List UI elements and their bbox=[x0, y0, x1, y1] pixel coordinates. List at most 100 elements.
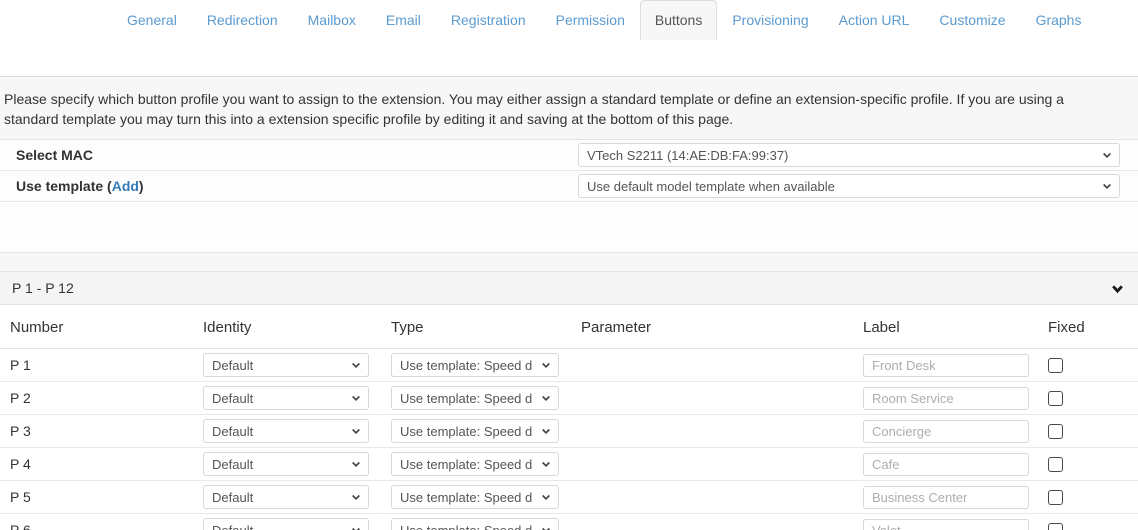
column-header-identity: Identity bbox=[203, 305, 391, 349]
type-dropdown[interactable]: Use template: Speed d bbox=[391, 386, 559, 410]
add-template-link[interactable]: Add bbox=[112, 178, 139, 194]
tab-mailbox[interactable]: Mailbox bbox=[293, 0, 371, 40]
label-input[interactable] bbox=[863, 386, 1029, 410]
use-template-control: Use default model template when availabl… bbox=[578, 174, 1138, 198]
use-template-label-suffix: ) bbox=[138, 178, 144, 194]
row-parameter-cell bbox=[581, 480, 863, 514]
assignment-form-panel: Select MAC VTech S2211 (14:AE:DB:FA:99:3… bbox=[0, 139, 1138, 253]
fixed-checkbox[interactable] bbox=[1048, 490, 1063, 506]
tab-redirection[interactable]: Redirection bbox=[192, 0, 293, 40]
buttons-table-head: Number Identity Type Parameter Label Fix… bbox=[0, 305, 1138, 349]
identity-dropdown[interactable]: Default bbox=[203, 452, 369, 476]
identity-dropdown[interactable]: Default bbox=[203, 386, 369, 410]
fixed-checkbox[interactable] bbox=[1048, 358, 1063, 374]
label-input[interactable] bbox=[863, 419, 1029, 443]
tab-permission[interactable]: Permission bbox=[541, 0, 640, 40]
row-number: P 1 bbox=[0, 348, 203, 382]
table-row: P 5 Default Use template: Speed d bbox=[0, 480, 1138, 514]
form-row-use-template: Use template (Add) Use default model tem… bbox=[0, 171, 1138, 202]
tab-buttons[interactable]: Buttons bbox=[639, 0, 718, 40]
tab-bar: General Redirection Mailbox Email Registrati… bbox=[0, 0, 1138, 77]
intro-text: Please specify which button profile you … bbox=[4, 91, 1064, 127]
row-identity-cell: Default bbox=[203, 414, 391, 448]
form-row-select-mac: Select MAC VTech S2211 (14:AE:DB:FA:99:3… bbox=[0, 140, 1138, 171]
tab-provisioning[interactable]: Provisioning bbox=[717, 0, 823, 40]
label-input[interactable] bbox=[863, 518, 1029, 530]
identity-dropdown[interactable]: Default bbox=[203, 419, 369, 443]
label-input[interactable] bbox=[863, 485, 1029, 509]
row-parameter-cell bbox=[581, 348, 863, 382]
row-identity-cell: Default bbox=[203, 381, 391, 415]
row-fixed-cell bbox=[1048, 513, 1138, 530]
table-row: P 4 Default Use template: Speed d bbox=[0, 447, 1138, 481]
tab-action-url[interactable]: Action URL bbox=[824, 0, 925, 40]
table-row: P 3 Default Use template: Speed d bbox=[0, 414, 1138, 448]
table-row: P 2 Default Use template: Speed d bbox=[0, 381, 1138, 415]
type-dropdown[interactable]: Use template: Speed d bbox=[391, 419, 559, 443]
row-number: P 3 bbox=[0, 414, 203, 448]
column-header-fixed: Fixed bbox=[1048, 305, 1138, 349]
button-group-title: P 1 - P 12 bbox=[12, 280, 74, 296]
tab-registration[interactable]: Registration bbox=[436, 0, 541, 40]
row-type-cell: Use template: Speed d bbox=[391, 381, 581, 415]
button-group-header[interactable]: P 1 - P 12 bbox=[0, 271, 1138, 305]
form-panel-spacer bbox=[0, 202, 1138, 252]
column-header-label: Label bbox=[863, 305, 1048, 349]
row-fixed-cell bbox=[1048, 480, 1138, 514]
buttons-table-body: P 1DefaultUse template: Speed dP 2Defaul… bbox=[0, 348, 1138, 530]
tab-email[interactable]: Email bbox=[371, 0, 436, 40]
tab-general[interactable]: General bbox=[112, 0, 192, 40]
chevron-down-icon[interactable] bbox=[1111, 282, 1124, 295]
identity-dropdown[interactable]: Default bbox=[203, 485, 369, 509]
row-identity-cell: Default bbox=[203, 447, 391, 481]
type-dropdown[interactable]: Use template: Speed d bbox=[391, 353, 559, 377]
select-mac-label: Select MAC bbox=[16, 147, 94, 163]
use-template-dropdown[interactable]: Use default model template when availabl… bbox=[578, 174, 1120, 198]
table-row: P 1 Default Use template: Speed d bbox=[0, 348, 1138, 382]
row-parameter-cell bbox=[581, 447, 863, 481]
row-label-cell bbox=[863, 480, 1048, 514]
tab-list: General Redirection Mailbox Email Registrati… bbox=[0, 0, 1138, 40]
row-fixed-cell bbox=[1048, 414, 1138, 448]
row-fixed-cell bbox=[1048, 381, 1138, 415]
row-parameter-cell bbox=[581, 414, 863, 448]
use-template-label-prefix: Use template ( bbox=[16, 178, 112, 194]
row-number: P 2 bbox=[0, 381, 203, 415]
type-dropdown[interactable]: Use template: Speed d bbox=[391, 452, 559, 476]
select-mac-control: VTech S2211 (14:AE:DB:FA:99:37) bbox=[578, 143, 1138, 167]
type-dropdown[interactable]: Use template: Speed d bbox=[391, 518, 559, 530]
row-fixed-cell bbox=[1048, 348, 1138, 382]
row-type-cell: Use template: Speed d bbox=[391, 348, 581, 382]
fixed-checkbox[interactable] bbox=[1048, 523, 1063, 530]
row-fixed-cell bbox=[1048, 447, 1138, 481]
label-input[interactable] bbox=[863, 452, 1029, 476]
row-parameter-cell bbox=[581, 381, 863, 415]
row-identity-cell: Default bbox=[203, 348, 391, 382]
fixed-checkbox[interactable] bbox=[1048, 391, 1063, 407]
page-content: Please specify which button profile you … bbox=[0, 77, 1138, 530]
row-type-cell: Use template: Speed d bbox=[391, 414, 581, 448]
row-number: P 6 bbox=[0, 513, 203, 530]
row-label-cell bbox=[863, 414, 1048, 448]
use-template-label: Use template (Add) bbox=[0, 178, 578, 194]
column-header-parameter: Parameter bbox=[581, 305, 863, 349]
type-dropdown[interactable]: Use template: Speed d bbox=[391, 485, 559, 509]
tab-graphs[interactable]: Graphs bbox=[1021, 0, 1097, 40]
row-parameter-cell bbox=[581, 513, 863, 530]
tab-customize[interactable]: Customize bbox=[924, 0, 1020, 40]
identity-dropdown[interactable]: Default bbox=[203, 518, 369, 530]
select-mac-dropdown[interactable]: VTech S2211 (14:AE:DB:FA:99:37) bbox=[578, 143, 1120, 167]
column-header-type: Type bbox=[391, 305, 581, 349]
table-header-row: Number Identity Type Parameter Label Fix… bbox=[0, 305, 1138, 349]
label-input[interactable] bbox=[863, 353, 1029, 377]
identity-dropdown[interactable]: Default bbox=[203, 353, 369, 377]
row-type-cell: Use template: Speed d bbox=[391, 513, 581, 530]
row-label-cell bbox=[863, 513, 1048, 530]
row-number: P 5 bbox=[0, 480, 203, 514]
row-identity-cell: Default bbox=[203, 480, 391, 514]
row-number: P 4 bbox=[0, 447, 203, 481]
fixed-checkbox[interactable] bbox=[1048, 424, 1063, 440]
row-label-cell bbox=[863, 381, 1048, 415]
fixed-checkbox[interactable] bbox=[1048, 457, 1063, 473]
row-type-cell: Use template: Speed d bbox=[391, 480, 581, 514]
